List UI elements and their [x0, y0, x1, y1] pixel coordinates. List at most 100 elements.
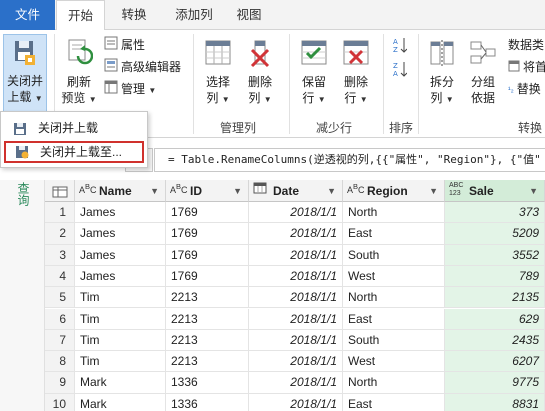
row-number[interactable]: 9 [45, 372, 75, 394]
replace-values-button[interactable]: ¹₂ 替换 [508, 80, 541, 98]
column-header-region[interactable]: ABC Region ▼ [343, 180, 445, 202]
chevron-down-icon[interactable]: ▼ [233, 180, 242, 201]
cell-sale[interactable]: 5209 [445, 223, 545, 245]
cell-region[interactable]: East [343, 393, 445, 411]
row-number[interactable]: 7 [45, 329, 75, 352]
cell-date[interactable]: 2018/1/1 [249, 265, 343, 288]
cell-sale[interactable]: 8831 [445, 393, 545, 411]
menu-item-close-and-load-to[interactable]: 关闭并上载至... [4, 141, 144, 163]
tab-home[interactable]: 开始 [56, 0, 105, 31]
cell-sale[interactable]: 373 [445, 202, 545, 224]
tab-view[interactable]: 视图 [228, 0, 270, 30]
sort-ascending-button[interactable]: AZ [393, 36, 408, 54]
split-column-text: 列 [430, 91, 443, 105]
cell-date[interactable]: 2018/1/1 [249, 372, 343, 394]
queries-pane-collapsed[interactable]: 查询 [0, 180, 45, 411]
tab-file[interactable]: 文件 [0, 0, 55, 30]
chevron-down-icon[interactable]: ▼ [150, 180, 159, 201]
cell-region[interactable]: East [343, 308, 445, 330]
cell-id[interactable]: 1769 [166, 202, 249, 224]
row-number[interactable]: 2 [45, 223, 75, 245]
cell-date[interactable]: 2018/1/1 [249, 308, 343, 330]
column-header-name[interactable]: ABC Name ▼ [75, 180, 166, 202]
cell-id[interactable]: 2213 [166, 329, 249, 352]
cell-name[interactable]: Tim [75, 308, 166, 330]
keep-rows-button[interactable]: 保留 行 ▼ [294, 38, 334, 108]
cell-name[interactable]: Tim [75, 351, 166, 373]
cell-sale[interactable]: 2435 [445, 329, 545, 352]
tab-transform[interactable]: 转换 [110, 0, 158, 30]
row-number[interactable]: 1 [45, 202, 75, 224]
row-number[interactable]: 6 [45, 308, 75, 330]
column-header-date[interactable]: Date ▼ [249, 180, 343, 202]
close-and-load-button[interactable]: 关闭并 上载 ▼ [3, 34, 47, 112]
cell-date[interactable]: 2018/1/1 [249, 329, 343, 352]
manage-button[interactable]: 管理 ▼ [104, 80, 156, 98]
cell-date[interactable]: 2018/1/1 [249, 244, 343, 266]
cell-name[interactable]: Tim [75, 287, 166, 309]
row-number[interactable]: 3 [45, 244, 75, 266]
cell-sale[interactable]: 3552 [445, 244, 545, 266]
table-corner-menu[interactable] [45, 180, 75, 202]
split-column-button[interactable]: 拆分 列 ▼ [424, 38, 460, 108]
cell-name[interactable]: James [75, 244, 166, 266]
cell-name[interactable]: Tim [75, 329, 166, 352]
cell-id[interactable]: 1769 [166, 244, 249, 266]
cell-sale[interactable]: 9775 [445, 372, 545, 394]
cell-name[interactable]: Mark [75, 393, 166, 411]
cell-region[interactable]: South [343, 244, 445, 266]
svg-text:A: A [393, 70, 398, 78]
cell-date[interactable]: 2018/1/1 [249, 223, 343, 245]
row-number[interactable]: 10 [45, 393, 75, 411]
refresh-preview-button[interactable]: 刷新 预览 ▼ [58, 38, 100, 108]
cell-id[interactable]: 1769 [166, 265, 249, 288]
cell-date[interactable]: 2018/1/1 [249, 351, 343, 373]
cell-name[interactable]: James [75, 265, 166, 288]
row-number[interactable]: 5 [45, 287, 75, 309]
properties-button[interactable]: 属性 [104, 36, 145, 54]
chevron-down-icon[interactable]: ▼ [529, 180, 538, 201]
cell-region[interactable]: North [343, 287, 445, 309]
cell-name[interactable]: James [75, 202, 166, 224]
cell-id[interactable]: 2213 [166, 308, 249, 330]
chevron-down-icon: ▼ [263, 95, 272, 104]
remove-columns-button[interactable]: 删除 列 ▼ [241, 38, 279, 108]
cell-sale[interactable]: 2135 [445, 287, 545, 309]
cell-sale[interactable]: 6207 [445, 351, 545, 373]
row-number[interactable]: 4 [45, 265, 75, 288]
cell-region[interactable]: North [343, 202, 445, 224]
chevron-down-icon[interactable]: ▼ [429, 180, 438, 201]
column-header-id[interactable]: ABC ID ▼ [166, 180, 249, 202]
cell-region[interactable]: South [343, 329, 445, 352]
advanced-editor-button[interactable]: 高级编辑器 [104, 58, 181, 76]
cell-name[interactable]: Mark [75, 372, 166, 394]
column-header-sale[interactable]: ABC 123 Sale ▼ [445, 180, 545, 202]
menu-item-close-and-load[interactable]: 关闭并上载 [4, 117, 144, 139]
cell-region[interactable]: West [343, 265, 445, 288]
cell-date[interactable]: 2018/1/1 [249, 393, 343, 411]
group-by-button[interactable]: 分组 依据 [465, 38, 501, 106]
sort-descending-button[interactable]: ZA [393, 60, 408, 78]
cell-id[interactable]: 1336 [166, 393, 249, 411]
data-type-button[interactable]: 数据类 [508, 36, 544, 54]
cell-id[interactable]: 1769 [166, 223, 249, 245]
chevron-down-icon[interactable]: ▼ [327, 180, 336, 201]
choose-columns-button[interactable]: 选择 列 ▼ [199, 38, 237, 108]
cell-date[interactable]: 2018/1/1 [249, 202, 343, 224]
tab-add-column[interactable]: 添加列 [163, 0, 225, 30]
cell-name[interactable]: James [75, 223, 166, 245]
row-number[interactable]: 8 [45, 351, 75, 373]
use-first-row-button[interactable]: 将首 [508, 58, 545, 76]
cell-region[interactable]: East [343, 223, 445, 245]
cell-id[interactable]: 2213 [166, 287, 249, 309]
formula-input[interactable]: = Table.RenameColumns(逆透视的列,{{"属性", "Reg… [154, 148, 545, 172]
cell-id[interactable]: 2213 [166, 351, 249, 373]
column-name-label: Name [99, 184, 132, 198]
remove-rows-button[interactable]: 删除 行 ▼ [336, 38, 376, 108]
cell-sale[interactable]: 629 [445, 308, 545, 330]
cell-region[interactable]: North [343, 372, 445, 394]
cell-sale[interactable]: 789 [445, 265, 545, 288]
cell-region[interactable]: West [343, 351, 445, 373]
cell-date[interactable]: 2018/1/1 [249, 287, 343, 309]
cell-id[interactable]: 1336 [166, 372, 249, 394]
